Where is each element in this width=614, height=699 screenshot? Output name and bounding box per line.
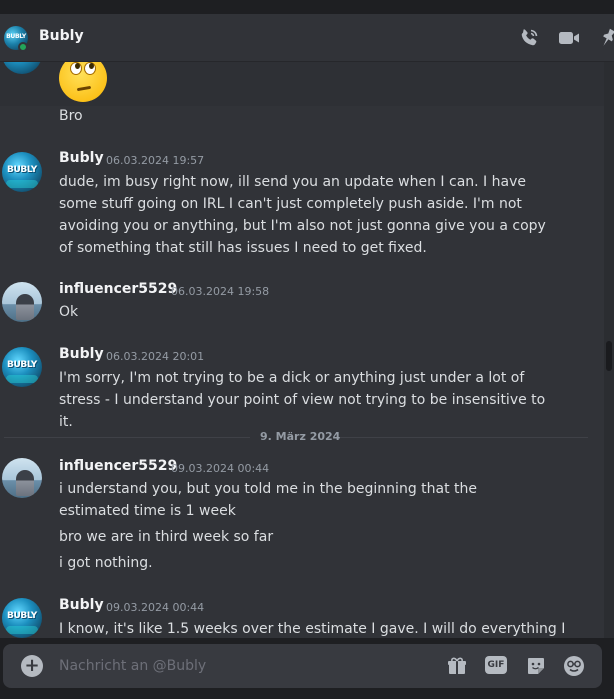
avatar[interactable]: BUBLY bbox=[2, 152, 42, 192]
message-author[interactable]: influencer5529 bbox=[59, 458, 177, 474]
gift-icon[interactable] bbox=[445, 654, 469, 678]
message-timestamp: 06.03.2024 19:57 bbox=[106, 154, 205, 167]
video-camera-icon[interactable] bbox=[557, 26, 581, 50]
message-text: I'm sorry, I'm not trying to be a dick o… bbox=[59, 370, 546, 430]
message-timestamp: 06.03.2024 20:01 bbox=[106, 350, 205, 363]
scrollbar-thumb[interactable] bbox=[606, 341, 612, 371]
message-timestamp: 09.03.2024 00:44 bbox=[171, 462, 270, 475]
message-text: I know, it's like 1.5 weeks over the est… bbox=[59, 621, 566, 637]
message-author[interactable]: Bubly bbox=[59, 597, 104, 613]
message-author[interactable]: influencer5529 bbox=[59, 281, 177, 297]
dm-header: BUBLY Bubly bbox=[0, 14, 614, 62]
date-divider-line bbox=[340, 437, 588, 438]
message-input[interactable] bbox=[59, 656, 419, 676]
date-divider: 9. März 2024 bbox=[260, 430, 341, 443]
phone-call-icon[interactable] bbox=[517, 26, 541, 50]
sticker-icon[interactable] bbox=[524, 654, 548, 678]
avatar[interactable] bbox=[2, 458, 42, 498]
header-avatar-text: BUBLY bbox=[6, 33, 26, 40]
emoji-icon[interactable] bbox=[562, 654, 586, 678]
message-text: Bro bbox=[59, 108, 83, 124]
avatar[interactable]: BUBLY bbox=[2, 598, 42, 638]
avatar[interactable]: BUBLY bbox=[2, 347, 42, 387]
message-author[interactable]: Bubly bbox=[59, 150, 104, 166]
window-top-strip bbox=[0, 0, 614, 14]
online-status-indicator bbox=[18, 42, 28, 52]
add-attachment-button[interactable]: + bbox=[21, 655, 43, 677]
avatar-text: BUBLY bbox=[7, 165, 37, 175]
avatar-text: BUBLY bbox=[7, 360, 37, 370]
message-text: i understand you, but you told me in the… bbox=[59, 481, 478, 519]
message-text: dude, im busy right now, ill send you an… bbox=[59, 174, 546, 256]
message-timestamp: 09.03.2024 00:44 bbox=[106, 601, 205, 614]
gif-icon[interactable]: GIF bbox=[485, 656, 507, 674]
message-text: Ok bbox=[59, 304, 79, 320]
message-timestamp: 06.03.2024 19:58 bbox=[171, 285, 270, 298]
message-text: bro we are in third week so far bbox=[59, 529, 274, 545]
header-title[interactable]: Bubly bbox=[39, 28, 84, 44]
avatar-text: BUBLY bbox=[7, 611, 37, 621]
message-list: Bro BUBLY Bubly 06.03.2024 19:57 dude, i… bbox=[0, 62, 604, 638]
message-author[interactable]: Bubly bbox=[59, 346, 104, 362]
message-composer: + GIF bbox=[3, 644, 602, 688]
date-divider-line bbox=[4, 437, 250, 438]
avatar[interactable] bbox=[2, 282, 42, 322]
message-text: i got nothing. bbox=[59, 555, 153, 571]
pin-icon[interactable] bbox=[596, 26, 614, 50]
